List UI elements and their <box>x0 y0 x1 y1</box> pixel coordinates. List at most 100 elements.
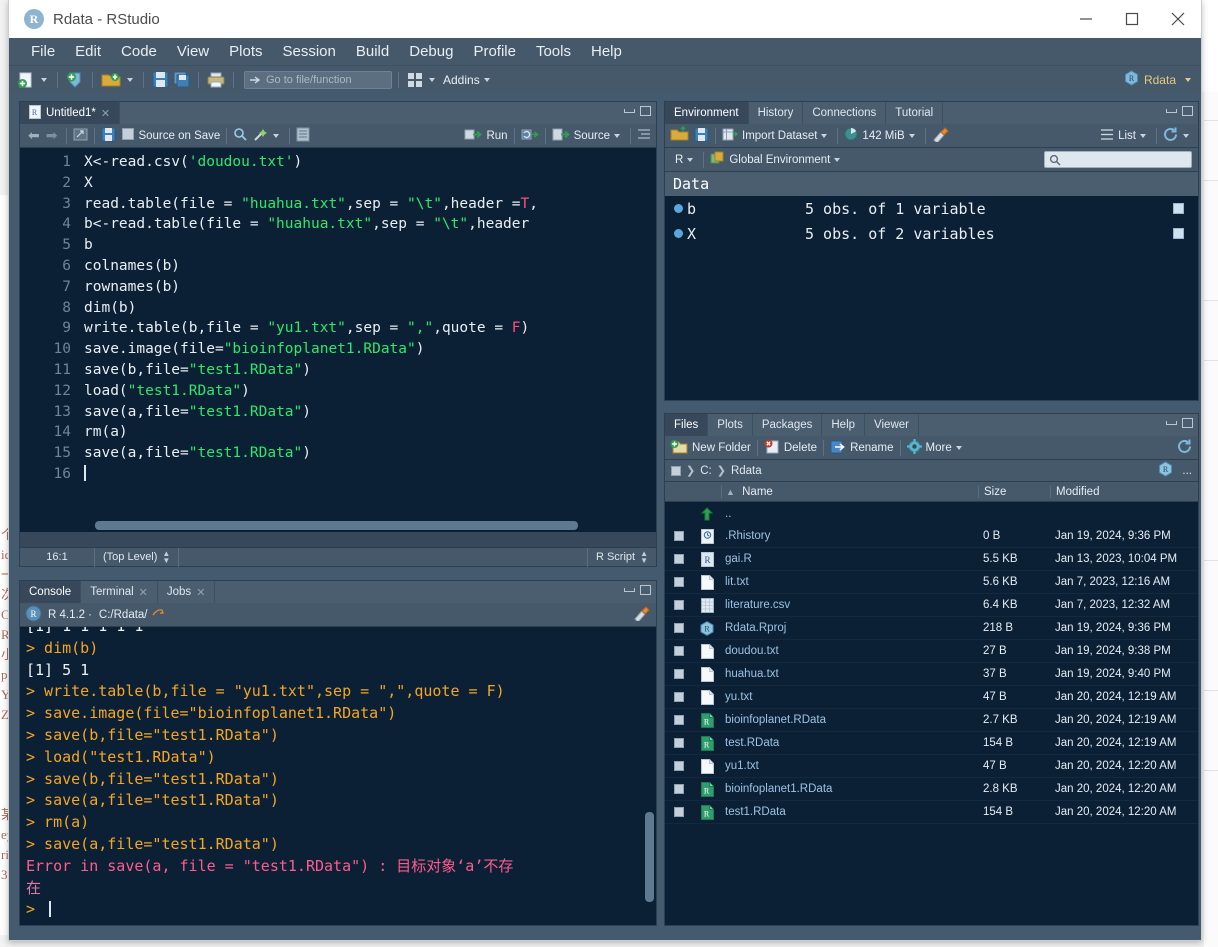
breadcrumb-drive[interactable]: C: <box>700 465 712 477</box>
clear-console-icon[interactable] <box>633 605 651 624</box>
run-button[interactable]: Run <box>486 130 507 142</box>
file-row[interactable]: Rtest1.RData 154 B Jan 20, 2024, 12:20 AM <box>665 801 1198 824</box>
goto-file-function-input[interactable]: Go to file/function <box>244 70 392 89</box>
back-arrow-icon[interactable]: ⬅ <box>25 127 43 144</box>
code-line[interactable]: dim(b) <box>84 298 538 319</box>
run-icon[interactable] <box>464 127 483 145</box>
maximize-pane-icon[interactable] <box>640 585 651 595</box>
menu-tools[interactable]: Tools <box>526 38 581 65</box>
code-scope-selector[interactable]: (Top Level) ▲ ▼ <box>95 547 180 567</box>
file-row[interactable]: yu.txt 47 B Jan 20, 2024, 12:19 AM <box>665 686 1198 709</box>
environment-search-input[interactable] <box>1044 151 1192 168</box>
file-name[interactable]: bioinfoplanet1.RData <box>721 783 978 795</box>
console-prompt[interactable]: > <box>26 899 650 921</box>
close-icon[interactable] <box>1155 0 1201 38</box>
file-checkbox[interactable] <box>665 646 693 656</box>
refresh-icon[interactable] <box>1177 439 1193 457</box>
compile-report-icon[interactable] <box>296 127 310 145</box>
memory-usage-label[interactable]: 142 MiB <box>862 130 904 142</box>
expand-object-icon[interactable] <box>674 229 683 238</box>
file-checkbox[interactable] <box>665 715 693 725</box>
file-name[interactable]: Rdata.Rproj <box>721 622 978 634</box>
code-line[interactable]: colnames(b) <box>84 256 538 277</box>
tab-files[interactable]: Files <box>665 414 709 436</box>
file-row[interactable]: R Rdata.Rproj 218 B Jan 19, 2024, 9:36 PM <box>665 617 1198 640</box>
file-row[interactable]: doudou.txt 27 B Jan 19, 2024, 9:38 PM <box>665 640 1198 663</box>
source-icon[interactable] <box>552 127 570 145</box>
menu-file[interactable]: File <box>21 38 65 65</box>
file-row[interactable]: yu1.txt 47 B Jan 20, 2024, 12:20 AM <box>665 755 1198 778</box>
source-tab-untitled1[interactable]: R Untitled1* ✕ <box>20 102 121 124</box>
close-icon[interactable]: ✕ <box>139 586 148 599</box>
environment-scope[interactable]: Global Environment <box>729 154 830 166</box>
document-type-selector[interactable]: R Script ▲ ▼ <box>586 547 656 567</box>
file-name[interactable]: test1.RData <box>721 806 978 818</box>
list-view-icon[interactable] <box>1100 128 1114 144</box>
tab-environment[interactable]: Environment <box>665 102 749 124</box>
code-editor[interactable]: 1 2 3 4 5 6 7 8 9 10 11 12 13 14 15 16 X<-read.csv('dou… <box>20 148 656 532</box>
code-line[interactable]: save(a,file="test1.RData") <box>84 402 538 423</box>
code-line[interactable]: X<-read.csv('doudou.txt') <box>84 152 538 173</box>
tab-help[interactable]: Help <box>822 414 866 436</box>
menu-help[interactable]: Help <box>581 38 632 65</box>
save-icon[interactable] <box>150 69 171 91</box>
code-line[interactable]: b<-read.table(file = "huahua.txt",sep = … <box>84 214 538 235</box>
new-folder-button[interactable]: New Folder <box>692 442 751 454</box>
menu-plots[interactable]: Plots <box>219 38 272 65</box>
column-size[interactable]: Size <box>978 485 1050 498</box>
tab-viewer[interactable]: Viewer <box>865 414 919 436</box>
project-dropdown-icon[interactable] <box>1185 77 1191 82</box>
maximize-pane-icon[interactable] <box>1182 418 1193 428</box>
file-row[interactable]: literature.csv 6.4 KB Jan 7, 2023, 12:32 A… <box>665 594 1198 617</box>
file-checkbox[interactable] <box>665 692 693 702</box>
file-checkbox[interactable] <box>665 738 693 748</box>
view-mode-dropdown-icon[interactable] <box>1140 133 1146 138</box>
environment-language[interactable]: R <box>675 154 683 166</box>
open-folder-icon[interactable] <box>99 69 123 91</box>
panes-dropdown-icon[interactable] <box>429 77 435 82</box>
tab-console[interactable]: Console <box>20 581 82 603</box>
file-checkbox[interactable] <box>665 669 693 679</box>
save-icon[interactable] <box>101 127 116 145</box>
environment-object-row[interactable]: X 5 obs. of 2 variables <box>665 221 1198 246</box>
delete-icon[interactable] <box>764 439 780 457</box>
maximize-pane-icon[interactable] <box>640 106 651 116</box>
file-checkbox[interactable] <box>665 531 693 541</box>
refresh-icon[interactable] <box>1163 127 1179 145</box>
file-name[interactable]: test.RData <box>721 737 978 749</box>
file-name[interactable]: bioinfoplanet.RData <box>721 714 978 726</box>
code-text[interactable]: X<-read.csv('doudou.txt') Xread.table(fil… <box>78 148 538 485</box>
menu-code[interactable]: Code <box>111 38 167 65</box>
delete-button[interactable]: Delete <box>784 442 817 454</box>
code-line[interactable]: rownames(b) <box>84 277 538 298</box>
more-button[interactable]: More <box>926 442 952 454</box>
file-name[interactable]: lit.txt <box>721 576 978 588</box>
rerun-icon[interactable] <box>521 127 539 145</box>
console-scrollbar[interactable] <box>645 812 654 902</box>
print-icon[interactable] <box>205 69 227 91</box>
file-row[interactable]: Rtest.RData 154 B Jan 20, 2024, 12:19 AM <box>665 732 1198 755</box>
code-line[interactable]: b <box>84 235 538 256</box>
addins-dropdown-icon[interactable] <box>483 77 490 82</box>
environment-object-row[interactable]: b 5 obs. of 1 variable <box>665 196 1198 221</box>
code-tools-dropdown-icon[interactable] <box>273 133 280 138</box>
column-modified[interactable]: Modified <box>1050 485 1198 498</box>
file-row[interactable]: Rgai.R 5.5 KB Jan 13, 2023, 10:04 PM <box>665 548 1198 571</box>
minimize-pane-icon[interactable] <box>1166 109 1177 113</box>
file-row[interactable]: Rbioinfoplanet.RData 2.7 KB Jan 20, 2024, … <box>665 709 1198 732</box>
view-grid-icon[interactable] <box>1173 228 1184 239</box>
menu-debug[interactable]: Debug <box>399 38 463 65</box>
menu-edit[interactable]: Edit <box>65 38 111 65</box>
file-name[interactable]: yu.txt <box>721 691 978 703</box>
import-dataset-dropdown-icon[interactable] <box>821 133 828 138</box>
breadcrumb-folder[interactable]: Rdata <box>731 465 762 477</box>
file-row[interactable]: lit.txt 5.6 KB Jan 7, 2023, 12:16 AM <box>665 571 1198 594</box>
column-name[interactable]: ▲ Name <box>721 485 978 498</box>
tab-terminal[interactable]: Terminal ✕ <box>81 581 158 603</box>
console-output[interactable]: [1] 1 1 1 1 1> dim(b) [1] 5 1 > write.tabl… <box>20 627 656 925</box>
file-checkbox[interactable] <box>665 761 693 771</box>
maximize-icon[interactable] <box>1109 0 1155 38</box>
source-dropdown-icon[interactable] <box>614 133 620 138</box>
project-indicator[interactable]: R Rdata <box>1124 70 1195 89</box>
open-folder-dropdown-icon[interactable] <box>127 77 133 82</box>
